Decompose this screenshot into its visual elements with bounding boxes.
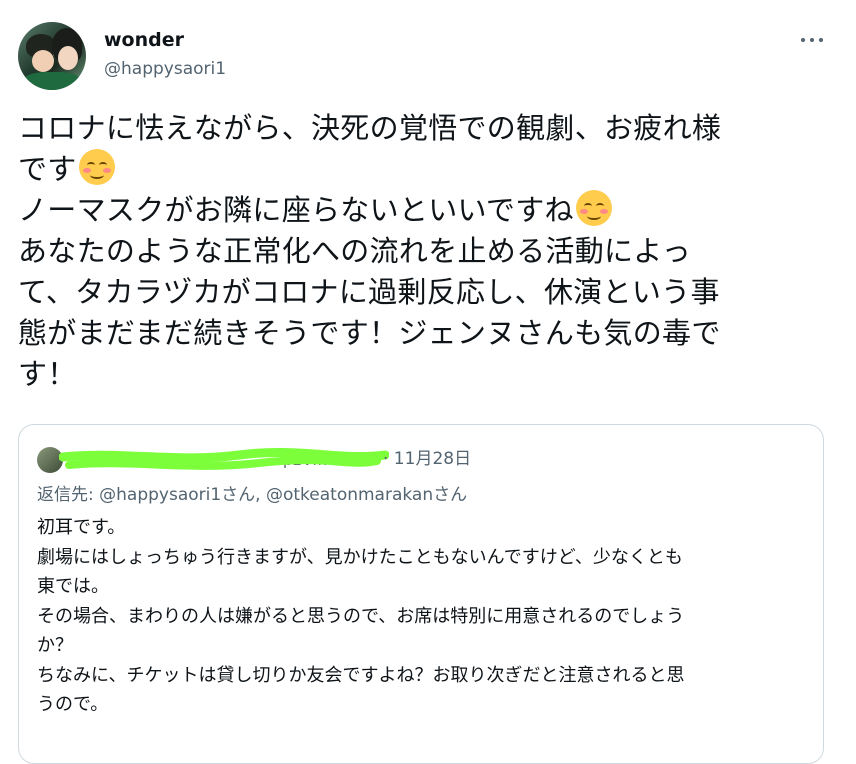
tweet-line-text: ノーマスクがお隣に座らないといいですね (18, 193, 574, 227)
quoted-line: 東では。 (37, 576, 109, 597)
avatar-detail (22, 72, 82, 90)
reply-to-line: 返信先: @happysaori1さん, @otkeatonmarakanさん (37, 485, 468, 505)
avatar-detail (58, 46, 78, 70)
quoted-tweet-card[interactable]: p2Vfk · 11月28日 返信先: @happysaori1さん, @otk… (18, 424, 824, 764)
tweet-line: ノーマスクがお隣に座らないといいですね (18, 190, 838, 231)
quoted-tweet-text: 初耳です。 劇場にはしょっちゅう行きますが、見かけたこともないんですけど、少なく… (37, 513, 817, 720)
tweet-line: あなたのような正常化への流れを止める活動によっ (18, 234, 692, 268)
author-avatar[interactable] (18, 22, 86, 90)
tweet-line: て、タカラヅカがコロナに過剰反応し、休演という事 (18, 275, 720, 309)
quoted-line: その場合、まわりの人は嫌がると思うので、お席は特別に用意されるのでしょう (37, 605, 685, 627)
author-handle[interactable]: @happysaori1 (104, 58, 226, 80)
quoted-line: うので。 (37, 694, 109, 715)
avatar-detail (32, 50, 54, 72)
tweet-line: コロナに怯えながら、決死の覚悟での観劇、お疲れ様 (18, 111, 722, 145)
smiling-face-with-blush-icon (78, 149, 115, 185)
author-display-name[interactable]: wonder (104, 28, 184, 52)
tweet-line-text: です (18, 152, 77, 186)
quoted-line: ちなみに、チケットは貸し切りか友会ですよね？お取り次ぎだと注意されると思 (37, 664, 685, 686)
quoted-line: か？ (37, 635, 73, 656)
quoted-line: 初耳です。 (37, 517, 126, 538)
quoted-tweet-date[interactable]: · 11月28日 (383, 447, 471, 471)
tweet-text: コロナに怯えながら、決死の覚悟での観劇、お疲れ様 です ノーマスクがお隣に座らな… (18, 108, 838, 395)
smiling-face-with-smiling-eyes-icon (575, 190, 612, 226)
tweet-line: 態がまだまだ続きそうです！ジェンヌさんも気の毒で (18, 316, 721, 350)
more-options-icon[interactable] (798, 30, 826, 50)
tweet-line: です (18, 149, 838, 190)
quoted-line: 劇場にはしょっちゅう行きますが、見かけたこともないんですけど、少なくとも (37, 546, 683, 568)
tweet-line: す！ (18, 357, 77, 391)
redaction-scribble (59, 447, 389, 470)
